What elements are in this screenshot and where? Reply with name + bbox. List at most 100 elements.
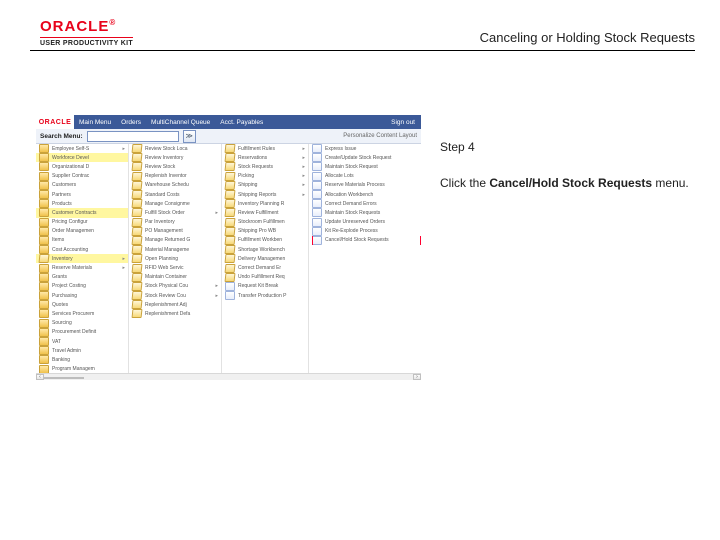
menu-item[interactable]: Services Procurem [36,309,128,318]
menu-item[interactable]: Purchasing [36,291,128,300]
folder-icon [39,355,49,364]
menu-item[interactable]: Stockroom Fulfillmen [222,218,308,227]
chevron-right-icon: ▸ [302,173,305,179]
menu-item[interactable]: Customers [36,181,128,190]
menu-item[interactable]: Maintain Stock Request [309,162,421,171]
menu-item[interactable]: Correct Demand Er [222,263,308,272]
menu-item[interactable]: Customer Contracts [36,208,128,217]
menu-item[interactable]: Manage Consignme [129,199,221,208]
menu-item[interactable]: Fulfill Stock Order▸ [129,208,221,217]
menu-item[interactable]: Picking ▸ [222,172,308,181]
menu-item[interactable]: Maintain Stock Requests [309,208,421,217]
menu-item[interactable]: Reserve Materials▸ [36,263,128,272]
nav-item[interactable]: Orders [121,119,141,126]
menu-item[interactable]: Partners [36,190,128,199]
menu-item[interactable]: Pricing Configur [36,218,128,227]
menu-item[interactable]: Transfer Production P [222,291,308,300]
folder-open-icon [132,162,143,171]
menu-item[interactable]: Replenish Inventor [129,172,221,181]
menu-item[interactable]: Stock Requests▸ [222,162,308,171]
menu-item[interactable]: Order Managemen [36,227,128,236]
menu-item[interactable]: Replenishment Defa [129,309,221,318]
menu-item-label: Services Procurem [52,311,94,317]
menu-item[interactable]: Shipping Pro WB [222,227,308,236]
horizontal-scrollbar[interactable]: ‹ › [36,373,421,380]
menu-item[interactable]: Standard Costs [129,190,221,199]
menu-item[interactable]: Sourcing [36,319,128,328]
menu-item[interactable]: Manage Returned G [129,236,221,245]
menu-item[interactable]: Review Stock [129,162,221,171]
menu-item[interactable]: Stock Physical Cou▸ [129,282,221,291]
menu-item[interactable]: Par Inventory [129,218,221,227]
menu-item[interactable]: Inventory▸ [36,254,128,263]
menu-item-label: Express Issue [325,146,356,152]
menu-item[interactable]: Grants [36,273,128,282]
nav-signout[interactable]: Sign out [391,119,415,126]
menu-item[interactable]: Fulfillment Workben [222,236,308,245]
menu-item[interactable]: Travel Admin [36,346,128,355]
menu-item[interactable]: Allocation Workbench [309,190,421,199]
menu-item[interactable]: Undo Fulfillment Req [222,273,308,282]
menu-item[interactable]: Open Planning [129,254,221,263]
menu-item[interactable]: Create/Update Stock Request [309,153,421,162]
menu-item-label: Sourcing [52,320,72,326]
menu-item[interactable]: Material Manageme [129,245,221,254]
scroll-left-button[interactable]: ‹ [36,374,44,380]
scroll-right-button[interactable]: › [413,374,421,380]
menu-item[interactable]: Employee Self-S▸ [36,144,128,153]
menu-item-label: Par Inventory [145,219,175,225]
document-icon [312,208,322,217]
menu-item[interactable]: Fulfillment Rules▸ [222,144,308,153]
folder-open-icon [225,162,236,171]
menu-item[interactable]: Supplier Contrac [36,172,128,181]
menu-item[interactable]: Reserve Materials Process [309,181,421,190]
menu-item[interactable]: Shortage Workbench [222,245,308,254]
search-input[interactable] [87,131,179,142]
menu-item[interactable]: Correct Demand Errors [309,199,421,208]
menu-item[interactable]: Inventory Planning R [222,199,308,208]
menu-item[interactable]: Reservations▸ [222,153,308,162]
menu-item[interactable]: Review Fulfillment [222,208,308,217]
menu-item-label: Picking [238,173,254,179]
personalize-label[interactable]: Personalize Content Layout [343,133,417,139]
nav-item[interactable]: MultiChannel Queue [151,119,210,126]
menu-item[interactable]: Shipping▸ [222,181,308,190]
folder-icon [39,227,49,236]
menu-item[interactable]: Allocate Lots [309,172,421,181]
menu-item[interactable]: RFID Web Servic [129,263,221,272]
menu-item[interactable]: Review Inventory [129,153,221,162]
nav-item[interactable]: Acct. Payables [220,119,263,126]
menu-item[interactable]: Procurement Definit [36,328,128,337]
scroll-thumb[interactable] [44,377,84,379]
menu-item[interactable]: Kit Re-Explode Process [309,227,421,236]
menu-item[interactable]: Warehouse Schedu [129,181,221,190]
menu-item[interactable]: Replenishment Adj [129,300,221,309]
menu-item[interactable]: Express Issue [309,144,421,153]
search-go-button[interactable]: ≫ [183,130,196,143]
menu-item[interactable]: Maintain Container [129,273,221,282]
menu-item[interactable]: Review Stock Loca [129,144,221,153]
menu-item[interactable]: Project Costing [36,282,128,291]
menu-item[interactable]: Items [36,236,128,245]
menu-item[interactable]: Stock Review Cou▸ [129,291,221,300]
menu-item[interactable]: Request Kit Break [222,282,308,291]
folder-open-icon [132,300,143,309]
menu-item[interactable]: PO Management [129,227,221,236]
menu-item[interactable]: Quotes [36,300,128,309]
document-icon [312,181,322,190]
menu-item-label: Items [52,237,64,243]
menu-item[interactable]: Workforce Devel [36,153,128,162]
header-rule [30,50,695,51]
menu-item[interactable]: Cost Accounting [36,245,128,254]
menu-item[interactable]: Products [36,199,128,208]
menu-item[interactable]: Cancel/Hold Stock Requests [309,236,421,245]
folder-open-icon [132,245,143,254]
nav-main[interactable]: Main Menu [79,119,111,126]
menu-item[interactable]: Update Unreserved Orders [309,218,421,227]
menu-item[interactable]: Delivery Managemen [222,254,308,263]
menu-item[interactable]: VAT [36,337,128,346]
menu-item[interactable]: Banking [36,355,128,364]
menu-item[interactable]: Shipping Reports▸ [222,190,308,199]
menu-item[interactable]: Organizational D [36,162,128,171]
menu-item-label: Maintain Stock Requests [325,210,380,216]
